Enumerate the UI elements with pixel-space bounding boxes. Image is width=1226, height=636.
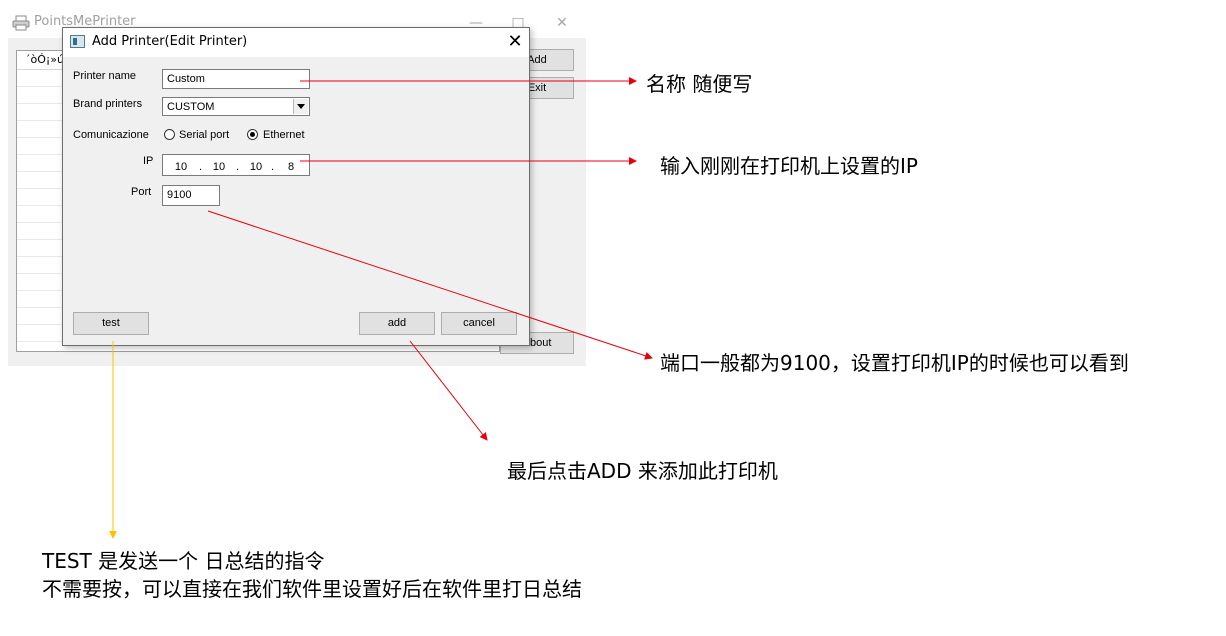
annotation-arrows [109, 77, 653, 539]
add-annotation: 最后点击ADD 来添加此打印机 [507, 459, 778, 483]
name-annotation: 名称 随便写 [646, 72, 753, 96]
port-annotation: 端口一般都为9100，设置打印机IP的时候也可以看到 [660, 351, 1129, 375]
ip-annotation: 输入刚刚在打印机上设置的IP [660, 154, 918, 178]
add-annotation-arrow [409, 340, 488, 441]
test-annotation-line2: 不需要按，可以直接在我们软件里设置好后在软件里打日总结 [42, 577, 582, 601]
test-annotation-line1: TEST 是发送一个 日总结的指令 [42, 549, 325, 573]
port-annotation-arrow [207, 210, 653, 360]
